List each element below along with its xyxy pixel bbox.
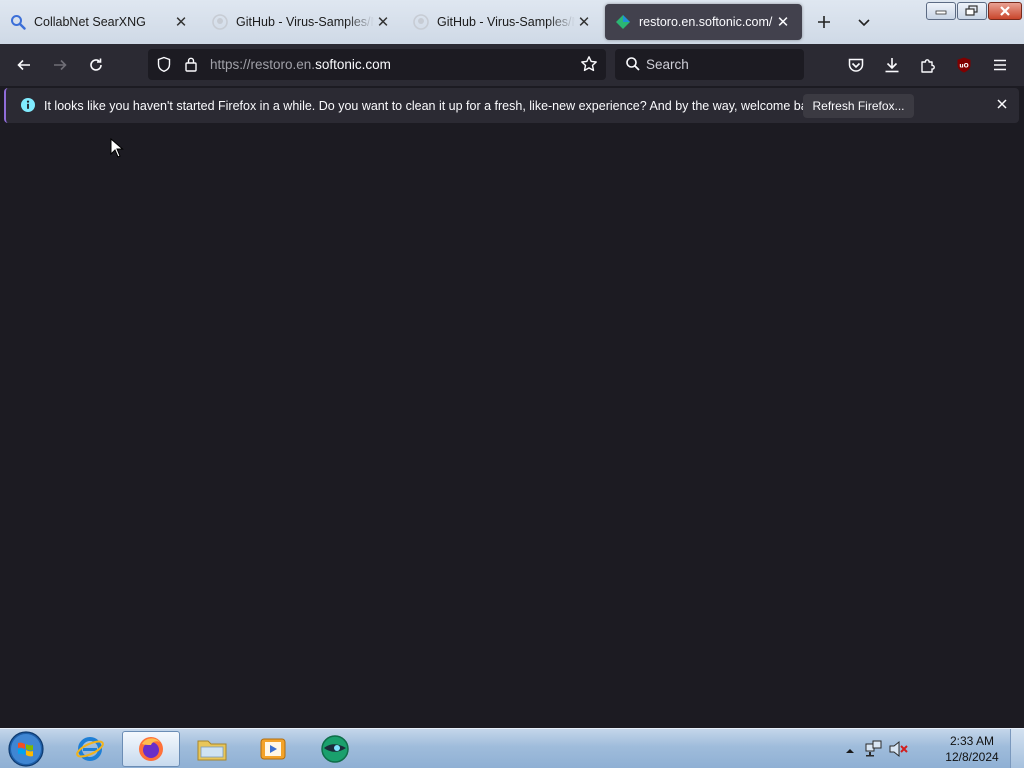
tab-github-1[interactable]: GitHub - Virus-Samples/M ✕ (202, 4, 402, 40)
search-placeholder: Search (646, 57, 689, 72)
refresh-firefox-button[interactable]: Refresh Firefox... (803, 94, 914, 118)
tab-title: restoro.en.softonic.com/ (639, 15, 773, 29)
navigation-toolbar: https://restoro.en.softonic.com Search u… (0, 44, 1024, 86)
show-hidden-icons-button[interactable] (844, 735, 856, 768)
system-clock[interactable]: 2:33 AM 12/8/2024 (930, 733, 1014, 765)
screen: CollabNet SearXNG ✕ GitHub - Virus-Sampl… (0, 0, 1024, 768)
hamburger-menu-icon (994, 59, 1006, 71)
url-bar[interactable]: https://restoro.en.softonic.com (148, 49, 606, 80)
clock-date: 12/8/2024 (945, 750, 999, 764)
close-tab-icon[interactable]: ✕ (774, 13, 792, 31)
taskbar-media-player[interactable] (244, 731, 302, 767)
tracking-protection-icon[interactable] (156, 56, 172, 78)
search-icon (625, 56, 641, 77)
taskbar: 2:33 AM 12/8/2024 (0, 728, 1024, 768)
taskbar-app[interactable] (306, 731, 364, 767)
ublock-origin-icon: uO (957, 57, 971, 73)
minimize-button[interactable] (926, 2, 956, 20)
puzzle-piece-icon (921, 59, 935, 73)
downloads-button[interactable] (878, 51, 906, 79)
url-host: softonic.com (315, 57, 391, 72)
github-icon (212, 14, 228, 30)
tab-collabnet-searxng[interactable]: CollabNet SearXNG ✕ (0, 4, 200, 40)
start-button[interactable] (6, 730, 46, 768)
restore-icon (965, 5, 978, 16)
reload-button[interactable] (82, 51, 110, 79)
chevron-down-icon (858, 19, 870, 27)
extensions-button[interactable] (914, 51, 942, 79)
url-text[interactable]: https://restoro.en.softonic.com (210, 57, 391, 72)
info-icon (20, 97, 36, 118)
lock-icon[interactable] (184, 56, 198, 78)
new-tab-button[interactable] (812, 10, 836, 34)
notification-message: It looks like you haven't started Firefo… (44, 99, 824, 113)
ublock-origin-button[interactable]: uO (950, 51, 978, 79)
tab-github-2[interactable]: GitHub - Virus-Samples/M ✕ (403, 4, 603, 40)
clock-time: 2:33 AM (949, 734, 995, 748)
arrow-right-icon (54, 59, 67, 71)
internet-explorer-icon (76, 737, 104, 761)
app-menu-button[interactable] (986, 51, 1014, 79)
taskbar-internet-explorer[interactable] (61, 731, 119, 767)
media-player-icon (260, 738, 286, 760)
search-bar[interactable]: Search (615, 49, 804, 80)
tab-title: CollabNet SearXNG (34, 15, 146, 29)
close-notification-icon[interactable] (995, 97, 1009, 116)
app-globe-icon (321, 735, 349, 763)
close-icon (1000, 6, 1010, 16)
restore-button[interactable] (957, 2, 987, 20)
minimize-icon (935, 10, 947, 15)
page-content (0, 126, 1024, 728)
volume-muted-icon[interactable] (888, 735, 910, 768)
close-tab-icon[interactable]: ✕ (575, 13, 593, 31)
tab-strip: CollabNet SearXNG ✕ GitHub - Virus-Sampl… (0, 0, 1024, 44)
svg-text:uO: uO (959, 63, 968, 70)
windows-logo-icon (8, 731, 44, 767)
list-all-tabs-button[interactable] (852, 10, 876, 34)
pocket-icon (848, 58, 864, 72)
forward-button[interactable] (46, 51, 74, 79)
mouse-pointer-icon (110, 137, 124, 163)
tab-restoro-softonic[interactable]: restoro.en.softonic.com/ ✕ (605, 4, 802, 40)
tab-title: GitHub - Virus-Samples/M (437, 15, 575, 29)
taskbar-file-explorer[interactable] (183, 731, 241, 767)
refresh-firefox-notification: It looks like you haven't started Firefo… (4, 88, 1019, 123)
taskbar-firefox[interactable] (122, 731, 180, 767)
close-tab-icon[interactable]: ✕ (374, 13, 392, 31)
network-icon[interactable] (864, 735, 884, 768)
search-icon (10, 14, 26, 30)
url-prefix: https://restoro.en. (210, 57, 316, 72)
tab-title: GitHub - Virus-Samples/M (236, 15, 374, 29)
folder-icon (197, 740, 227, 761)
pocket-button[interactable] (842, 51, 870, 79)
show-desktop-button[interactable] (1010, 729, 1024, 768)
close-window-button[interactable] (988, 2, 1022, 20)
firefox-icon (139, 737, 163, 761)
download-icon (885, 58, 899, 73)
close-tab-icon[interactable]: ✕ (172, 13, 190, 31)
github-icon (413, 14, 429, 30)
bookmark-star-icon[interactable] (580, 55, 598, 78)
reload-icon (90, 58, 102, 71)
plus-icon (818, 16, 830, 28)
back-button[interactable] (10, 51, 38, 79)
softonic-icon (615, 14, 631, 30)
arrow-left-icon (17, 59, 30, 71)
